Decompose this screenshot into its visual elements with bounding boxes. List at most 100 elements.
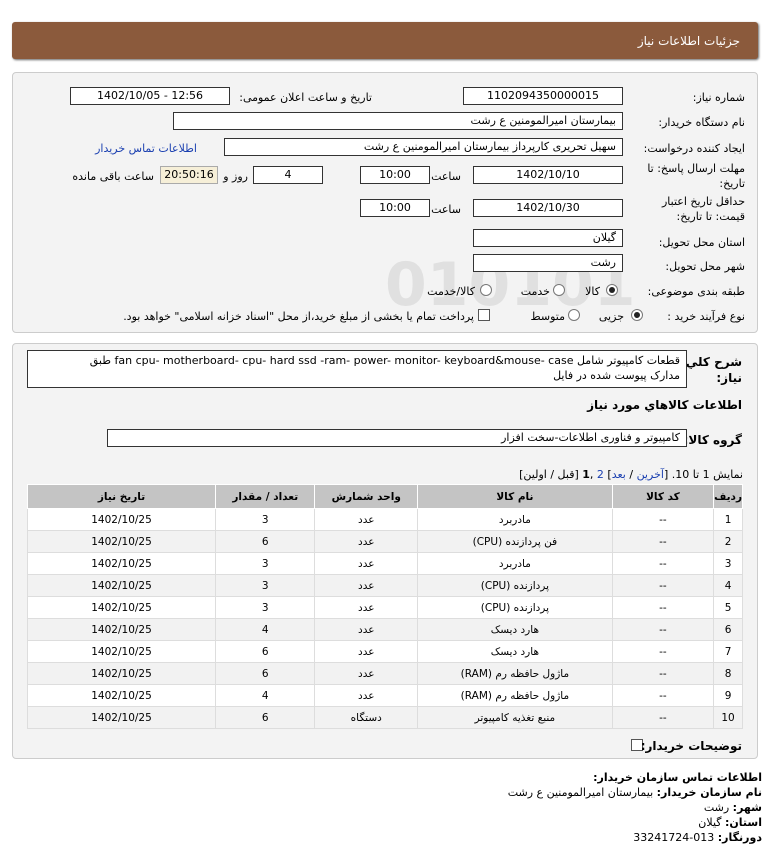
pagination-page-2[interactable]: 2 (597, 468, 604, 481)
pagination-last-link[interactable]: آخرین (637, 468, 664, 481)
cell-row: 2 (713, 530, 743, 553)
category-both-label: کالا/خدمت (427, 285, 475, 298)
contact-province: گیلان (698, 816, 722, 829)
cell-name: پردازنده (CPU) (417, 574, 613, 597)
deadline-date-field: 1402/10/10 (473, 166, 623, 184)
cell-qty: 3 (215, 508, 316, 531)
deadline-time-field: 10:00 (360, 166, 430, 184)
summary-label: شرح کلي (685, 355, 742, 369)
table-row: 7 -- هارد دیسک عدد 6 1402/10/25 (26, 640, 743, 663)
cell-unit: عدد (314, 596, 419, 619)
deadline-time-label: ساعت (431, 170, 461, 183)
creator-label: ایجاد کننده درخواست: (643, 142, 745, 155)
table-row: 2 -- فن پردازنده (CPU) عدد 6 1402/10/25 (26, 530, 743, 553)
process-partial-radio[interactable] (631, 309, 643, 321)
cell-date: 1402/10/25 (26, 640, 217, 663)
cell-row: 3 (713, 552, 743, 575)
validity-label-date: قیمت: تا تاریخ: (676, 210, 745, 223)
cell-code: -- (611, 552, 715, 575)
category-service-label: خدمت (520, 285, 550, 298)
cell-name: فن پردازنده (CPU) (417, 530, 613, 553)
table-row: 9 -- ماژول حافظه رم (RAM) عدد 4 1402/10/25 (26, 684, 743, 707)
buyer-contact-section: اطلاعات تماس سازمان خریدار: نام سازمان خ… (508, 770, 762, 845)
pagination-prefix: نمایش 1 تا 10. [ (663, 468, 743, 481)
buyer-field: بیمارستان امیرالمومنین ع رشت (173, 112, 623, 130)
validity-label: حداقل تاریخ اعتبار (661, 195, 745, 208)
cell-qty: 3 (215, 552, 316, 575)
table-row: 4 -- پردازنده (CPU) عدد 3 1402/10/25 (26, 574, 743, 597)
summary-label-2: نياز: (716, 371, 742, 385)
process-label: نوع فرآیند خرید : (667, 310, 745, 323)
announce-label: تاریخ و ساعت اعلان عمومی: (239, 91, 372, 104)
validity-time-field: 10:00 (360, 199, 430, 217)
cell-qty: 3 (215, 574, 316, 597)
cell-qty: 4 (215, 684, 316, 707)
cell-unit: عدد (314, 530, 419, 553)
cell-qty: 3 (215, 596, 316, 619)
category-both-radio[interactable] (480, 284, 492, 296)
pagination-mid: ] (603, 468, 612, 481)
cell-row: 4 (713, 574, 743, 597)
cell-qty: 6 (215, 640, 316, 663)
pagination-comma: , (589, 468, 597, 481)
buyer-contact-link[interactable]: اطلاعات تماس خریدار (95, 142, 197, 155)
cell-code: -- (611, 662, 715, 685)
table-row: 8 -- ماژول حافظه رم (RAM) عدد 6 1402/10/25 (26, 662, 743, 685)
cell-code: -- (611, 618, 715, 641)
deadline-label: مهلت ارسال پاسخ: تا (647, 162, 745, 175)
cell-date: 1402/10/25 (26, 530, 217, 553)
cell-row: 8 (713, 662, 743, 685)
deadline-label-date: تاریخ: (719, 177, 745, 190)
cell-unit: عدد (314, 552, 419, 575)
contact-province-label: استان: (725, 816, 762, 829)
cell-qty: 6 (215, 530, 316, 553)
cell-row: 7 (713, 640, 743, 663)
col-header-unit: واحد شمارش (314, 484, 419, 509)
cell-name: ماژول حافظه رم (RAM) (417, 684, 613, 707)
contact-title: اطلاعات تماس سازمان خریدار: (593, 771, 762, 784)
days-field: 4 (253, 166, 323, 184)
cell-code: -- (611, 684, 715, 707)
cell-name: هارد دیسک (417, 640, 613, 663)
validity-date-field: 1402/10/30 (473, 199, 623, 217)
cell-name: ماژول حافظه رم (RAM) (417, 662, 613, 685)
cell-row: 6 (713, 618, 743, 641)
category-goods-radio[interactable] (606, 284, 618, 296)
table-row: 3 -- مادربرد عدد 3 1402/10/25 (26, 552, 743, 575)
page-title: جزئیات اطلاعات نیاز (637, 34, 740, 48)
process-medium-radio[interactable] (568, 309, 580, 321)
contact-org: بیمارستان امیرالمومنین ع رشت (507, 786, 654, 799)
cell-row: 1 (713, 508, 743, 531)
announce-field: 1402/10/05 - 12:56 (70, 87, 230, 105)
cell-date: 1402/10/25 (26, 508, 217, 531)
cell-qty: 6 (215, 662, 316, 685)
category-goods-label: کالا (585, 285, 600, 298)
cell-unit: عدد (314, 640, 419, 663)
contact-org-label: نام سازمان خریدار: (656, 786, 762, 799)
cell-code: -- (611, 530, 715, 553)
cell-name: هارد دیسک (417, 618, 613, 641)
cell-unit: عدد (314, 618, 419, 641)
category-label: طبقه بندی موضوعی: (647, 285, 745, 298)
cell-unit: عدد (314, 684, 419, 707)
buyer-label: نام دستگاه خریدار: (658, 116, 745, 129)
province-label: استان محل تحویل: (658, 236, 745, 249)
cell-date: 1402/10/25 (26, 618, 217, 641)
buyer-notes-label: توضیحات خریدار: (640, 739, 742, 753)
cell-code: -- (611, 596, 715, 619)
cell-row: 5 (713, 596, 743, 619)
contact-city: رشت (703, 801, 730, 814)
goods-group-label: گروه کالا: (683, 433, 742, 447)
remaining-timer: 20:50:16 (160, 166, 218, 184)
cell-unit: عدد (314, 662, 419, 685)
treasury-payment-checkbox[interactable] (478, 309, 490, 321)
category-service-radio[interactable] (553, 284, 565, 296)
pagination-page-1: 1 (582, 468, 590, 481)
province-field: گیلان (473, 229, 623, 247)
cell-qty: 6 (215, 706, 316, 729)
cell-date: 1402/10/25 (26, 596, 217, 619)
validity-time-label: ساعت (431, 203, 461, 216)
pagination-next-link[interactable]: بعد (612, 468, 626, 481)
cell-row: 10 (713, 706, 743, 729)
table-row: 6 -- هارد دیسک عدد 4 1402/10/25 (26, 618, 743, 641)
